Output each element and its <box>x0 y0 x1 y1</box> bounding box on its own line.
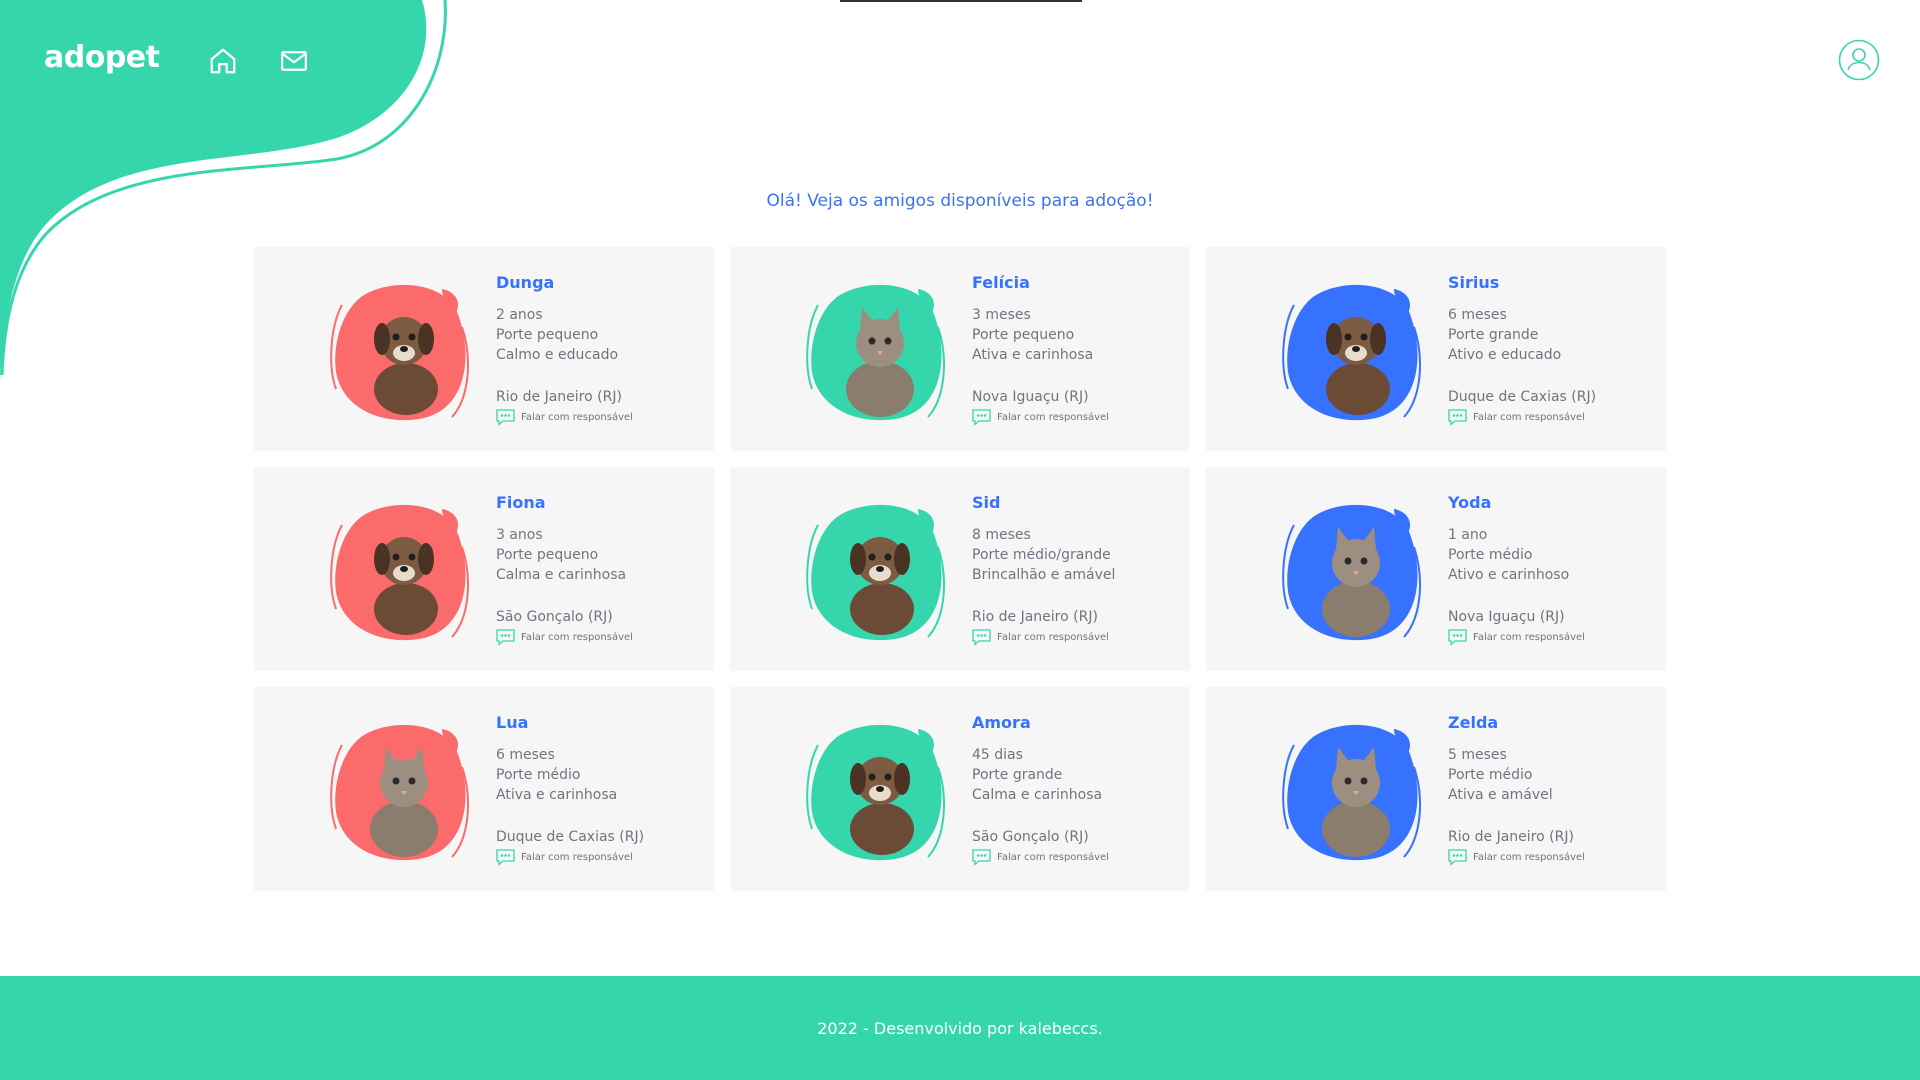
pet-age: 1 ano <box>1448 527 1488 543</box>
contact-owner-link[interactable]: Falar com responsável <box>972 629 1115 646</box>
pet-location: São Gonçalo (RJ) <box>496 609 613 625</box>
pet-size: Porte médio <box>1448 547 1533 563</box>
home-icon[interactable] <box>208 46 238 76</box>
pet-age: 2 anos <box>496 307 543 323</box>
chat-icon <box>496 409 515 426</box>
contact-owner-link[interactable]: Falar com responsável <box>1448 629 1585 646</box>
mail-icon[interactable] <box>279 46 309 76</box>
chat-icon <box>496 849 515 866</box>
chat-icon <box>972 629 991 646</box>
pet-card-zelda[interactable]: Zelda 5 meses Porte médio Ativa e amável… <box>1206 687 1666 891</box>
contact-owner-label: Falar com responsável <box>997 412 1109 423</box>
contact-owner-label: Falar com responsável <box>521 852 633 863</box>
page-headline: Olá! Veja os amigos disponíveis para ado… <box>766 191 1154 211</box>
pet-temperament: Ativo e carinhoso <box>1448 567 1570 583</box>
pet-card-amora[interactable]: Amora 45 dias Porte grande Calma e carin… <box>730 687 1190 891</box>
pet-size: Porte pequeno <box>972 327 1075 343</box>
pet-location: Nova Iguaçu (RJ) <box>972 389 1089 405</box>
pet-photo <box>806 284 945 421</box>
pet-size: Porte grande <box>1448 327 1539 343</box>
contact-owner-link[interactable]: Falar com responsável <box>496 409 633 426</box>
footer-text: 2022 - Desenvolvido por kalebeccs. <box>817 1018 1103 1038</box>
pet-temperament: Brincalhão e amável <box>972 567 1116 583</box>
pet-photo <box>330 724 469 861</box>
pet-age: 6 meses <box>496 747 555 763</box>
pet-size: Porte médio/grande <box>972 547 1111 563</box>
pet-card-yoda[interactable]: Yoda 1 ano Porte médio Ativo e carinhoso… <box>1206 467 1666 671</box>
contact-owner-label: Falar com responsável <box>1473 852 1585 863</box>
pet-location: São Gonçalo (RJ) <box>972 829 1089 845</box>
pet-location: Rio de Janeiro (RJ) <box>972 609 1098 625</box>
pet-age: 6 meses <box>1448 307 1507 323</box>
footer: 2022 - Desenvolvido por kalebeccs. <box>0 976 1920 1080</box>
pet-photo <box>330 504 469 641</box>
contact-owner-label: Falar com responsável <box>1473 412 1585 423</box>
pet-temperament: Ativo e educado <box>1448 347 1562 363</box>
pet-card-sid[interactable]: Sid 8 meses Porte médio/grande Brincalhã… <box>730 467 1190 671</box>
pet-photo <box>1282 284 1421 421</box>
contact-owner-link[interactable]: Falar com responsável <box>972 849 1109 866</box>
pet-age: 45 dias <box>972 747 1023 763</box>
user-profile-icon[interactable] <box>1838 39 1880 81</box>
top-divider <box>840 0 1082 2</box>
pet-age: 3 anos <box>496 527 543 543</box>
chat-icon <box>972 849 991 866</box>
pet-photo <box>806 724 945 861</box>
chat-icon <box>972 409 991 426</box>
contact-owner-label: Falar com responsável <box>521 412 633 423</box>
pet-size: Porte médio <box>496 767 581 783</box>
pet-photo <box>806 504 945 641</box>
contact-owner-label: Falar com responsável <box>521 632 633 643</box>
pet-card-sirius[interactable]: Sirius 6 meses Porte grande Ativo e educ… <box>1206 247 1666 451</box>
contact-owner-link[interactable]: Falar com responsável <box>972 409 1109 426</box>
pet-name: Lua <box>496 713 529 732</box>
contact-owner-label: Falar com responsável <box>997 852 1109 863</box>
pet-card-felícia[interactable]: Felícia 3 meses Porte pequeno Ativa e ca… <box>730 247 1190 451</box>
pet-temperament: Calmo e educado <box>496 347 619 363</box>
contact-owner-link[interactable]: Falar com responsável <box>496 849 644 866</box>
pet-name: Amora <box>972 713 1031 732</box>
pet-age: 8 meses <box>972 527 1031 543</box>
pet-photo <box>1282 504 1421 641</box>
pet-name: Fiona <box>496 493 546 512</box>
pet-card-dunga[interactable]: Dunga 2 anos Porte pequeno Calmo e educa… <box>254 247 714 451</box>
pet-age: 3 meses <box>972 307 1031 323</box>
pet-photo <box>330 284 469 421</box>
contact-owner-label: Falar com responsável <box>1473 632 1585 643</box>
pet-age: 5 meses <box>1448 747 1507 763</box>
pet-temperament: Ativa e amável <box>1448 787 1553 803</box>
pet-name: Zelda <box>1448 713 1499 732</box>
pet-card-lua[interactable]: Lua 6 meses Porte médio Ativa e carinhos… <box>254 687 714 891</box>
pet-name: Sid <box>972 493 1001 512</box>
pet-photo <box>1282 724 1421 861</box>
pet-temperament: Calma e carinhosa <box>972 787 1103 803</box>
pet-size: Porte pequeno <box>496 327 599 343</box>
chat-icon <box>496 629 515 646</box>
contact-owner-link[interactable]: Falar com responsável <box>1448 849 1585 866</box>
pet-location: Duque de Caxias (RJ) <box>496 829 645 845</box>
chat-icon <box>1448 409 1467 426</box>
pet-grid: Dunga 2 anos Porte pequeno Calmo e educa… <box>254 247 1666 891</box>
pet-location: Rio de Janeiro (RJ) <box>496 389 622 405</box>
pet-temperament: Ativa e carinhosa <box>972 347 1094 363</box>
pet-size: Porte pequeno <box>496 547 599 563</box>
chat-icon <box>1448 629 1467 646</box>
pet-name: Sirius <box>1448 273 1500 292</box>
contact-owner-label: Falar com responsável <box>997 632 1109 643</box>
pet-name: Felícia <box>972 273 1030 292</box>
pet-name: Dunga <box>496 273 555 292</box>
pet-card-fiona[interactable]: Fiona 3 anos Porte pequeno Calma e carin… <box>254 467 714 671</box>
contact-owner-link[interactable]: Falar com responsável <box>496 629 633 646</box>
adopet-logo[interactable]: adopet <box>44 40 160 75</box>
chat-icon <box>1448 849 1467 866</box>
pet-location: Nova Iguaçu (RJ) <box>1448 609 1565 625</box>
pet-size: Porte médio <box>1448 767 1533 783</box>
pet-name: Yoda <box>1448 493 1492 512</box>
pet-location: Duque de Caxias (RJ) <box>1448 389 1597 405</box>
pet-location: Rio de Janeiro (RJ) <box>1448 829 1574 845</box>
pet-temperament: Calma e carinhosa <box>496 567 627 583</box>
contact-owner-link[interactable]: Falar com responsável <box>1448 409 1596 426</box>
pet-temperament: Ativa e carinhosa <box>496 787 618 803</box>
pet-size: Porte grande <box>972 767 1063 783</box>
